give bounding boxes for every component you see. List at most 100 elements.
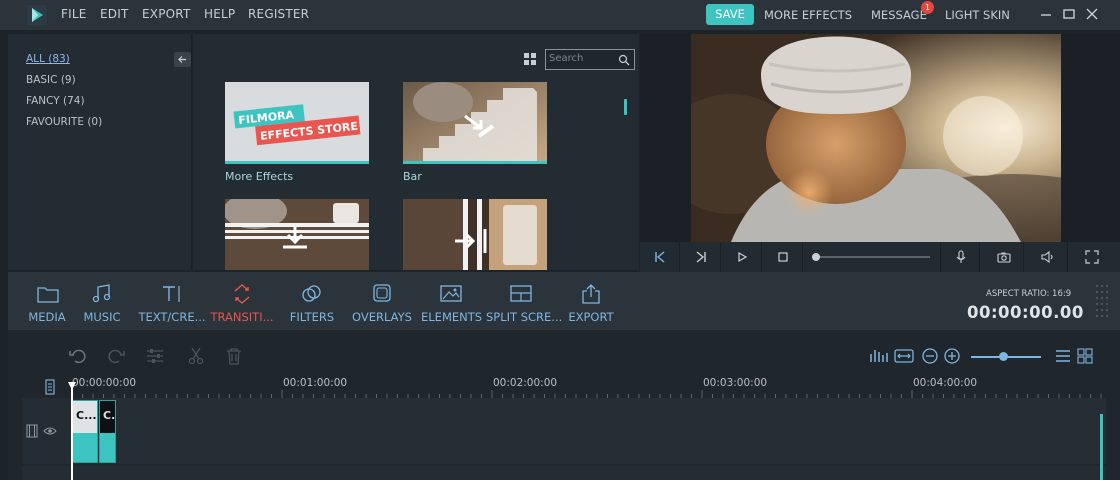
volume-button[interactable] (1028, 242, 1068, 272)
trash-icon[interactable] (224, 346, 244, 366)
tool-filters[interactable]: FILTERS (284, 272, 340, 330)
category-fancy[interactable]: FANCY (74) (26, 95, 85, 107)
zoom-out-icon[interactable] (920, 346, 940, 366)
library-scrollbar[interactable] (624, 99, 627, 115)
ruler-mark: 00:00:00:00 (72, 377, 137, 389)
effect-thumb-more-effects[interactable]: FILMORA EFFECTS STORE (225, 82, 369, 164)
undo-icon[interactable] (68, 346, 88, 366)
clip-label: C... (76, 409, 97, 422)
transition-icon (234, 284, 250, 304)
step-frame-button[interactable] (681, 242, 721, 272)
save-button[interactable]: SAVE (706, 4, 754, 25)
clip-label: C. (103, 409, 115, 422)
light-skin-link[interactable]: LIGHT SKIN (945, 8, 1010, 22)
fullscreen-button[interactable] (1072, 242, 1112, 272)
resize-grip-icon[interactable] (1094, 282, 1108, 322)
tool-label: TEXT/CRE... (138, 310, 206, 324)
redo-icon[interactable] (106, 346, 126, 366)
folder-icon (37, 287, 59, 303)
scissors-icon[interactable] (186, 346, 206, 366)
playback-progress-slider[interactable] (812, 253, 930, 261)
adjust-icon[interactable] (145, 346, 165, 366)
arrow-left-icon (178, 56, 186, 63)
tool-elements[interactable]: ELEMENTS (421, 272, 483, 330)
category-panel: ALL (83) BASIC (9) FANCY (74) FAVOURITE … (8, 34, 192, 270)
timeline-scrollbar[interactable] (1100, 414, 1103, 480)
category-basic[interactable]: BASIC (9) (26, 74, 76, 86)
tool-label: ELEMENTS (421, 310, 483, 324)
play-button[interactable] (722, 242, 762, 272)
close-icon[interactable] (1084, 6, 1100, 22)
eye-icon[interactable] (43, 426, 57, 436)
video-track-header (22, 398, 70, 464)
effect-thumb-3[interactable] (225, 199, 369, 270)
tool-export[interactable]: EXPORT (564, 272, 618, 330)
stop-button[interactable] (763, 242, 803, 272)
progress-knob[interactable] (812, 253, 820, 261)
add-track-icon[interactable] (43, 379, 57, 395)
track-grid-icon[interactable] (1076, 346, 1094, 366)
tool-overlays[interactable]: OVERLAYS (350, 272, 414, 330)
category-all[interactable]: ALL (83) (26, 53, 70, 65)
menu-file[interactable]: FILE (61, 7, 87, 21)
more-effects-link[interactable]: MORE EFFECTS (764, 8, 852, 22)
timeline-clip[interactable]: C... (72, 400, 98, 463)
timeline-clip[interactable]: C. (99, 400, 116, 463)
thumb-selected-bar (225, 161, 369, 164)
tool-label: FILTERS (289, 310, 335, 324)
audio-mixer-icon[interactable] (868, 346, 888, 366)
fit-timeline-icon[interactable] (894, 346, 914, 366)
effects-store-banner: FILMORA EFFECTS STORE (233, 104, 361, 146)
snapshot-button[interactable] (984, 242, 1024, 272)
ruler-mark: 00:04:00:00 (913, 377, 978, 389)
music-icon (92, 284, 111, 303)
minimize-icon[interactable] (1038, 6, 1054, 22)
tool-music[interactable]: MUSIC (76, 272, 128, 330)
playhead[interactable] (71, 382, 73, 480)
menu-edit[interactable]: EDIT (100, 7, 129, 21)
camera-icon (997, 252, 1011, 263)
message-link[interactable]: MESSAGE (871, 8, 927, 22)
menu-export[interactable]: EXPORT (142, 7, 190, 21)
search-input[interactable]: Search (545, 49, 635, 70)
tool-text-credits[interactable]: TEXT/CRE... (138, 272, 206, 330)
search-icon (618, 54, 630, 66)
stop-icon (778, 252, 788, 262)
play-icon (738, 251, 748, 263)
preview-frame-image (691, 34, 1061, 242)
skip-start-button[interactable] (640, 242, 680, 272)
effect-thumb-bar[interactable] (403, 82, 547, 164)
volume-icon (1041, 250, 1053, 264)
maximize-icon[interactable] (1061, 6, 1077, 22)
main-toolbar: MEDIA MUSIC TEXT/CRE... TRANSITI... FILT… (8, 272, 1120, 330)
video-track[interactable] (70, 398, 1106, 464)
thumb-selected-bar (403, 161, 547, 164)
tool-label: TRANSITI... (210, 310, 274, 324)
filters-icon (302, 285, 321, 302)
category-favourite[interactable]: FAVOURITE (0) (26, 116, 102, 128)
zoom-in-icon[interactable] (942, 346, 962, 366)
second-track[interactable] (22, 466, 1106, 480)
zoom-knob[interactable] (999, 352, 1008, 361)
tool-media[interactable]: MEDIA (21, 272, 73, 330)
overlays-icon (373, 284, 391, 302)
split-screen-icon (510, 285, 532, 302)
tool-transitions[interactable]: TRANSITI... (209, 272, 275, 330)
tool-label: OVERLAYS (352, 310, 412, 324)
tool-split-screen[interactable]: SPLIT SCRE... (486, 272, 562, 330)
menu-help[interactable]: HELP (204, 7, 235, 21)
elements-icon (440, 285, 462, 302)
preview-panel (640, 34, 1120, 242)
export-icon (582, 284, 600, 304)
filmora-logo-icon (27, 5, 47, 25)
menu-register[interactable]: REGISTER (248, 7, 309, 21)
ruler-ticks[interactable] (72, 390, 1106, 398)
effect-thumb-4[interactable] (403, 199, 547, 270)
grid-view-icon[interactable] (524, 53, 536, 65)
timeline-zoom-slider[interactable] (971, 352, 1041, 361)
record-voiceover-button[interactable] (940, 242, 980, 272)
collapse-panel-button[interactable] (174, 52, 191, 67)
video-preview (691, 34, 1061, 242)
list-view-icon[interactable] (1054, 346, 1072, 366)
current-timecode: 00:00:00.00 (967, 303, 1084, 322)
